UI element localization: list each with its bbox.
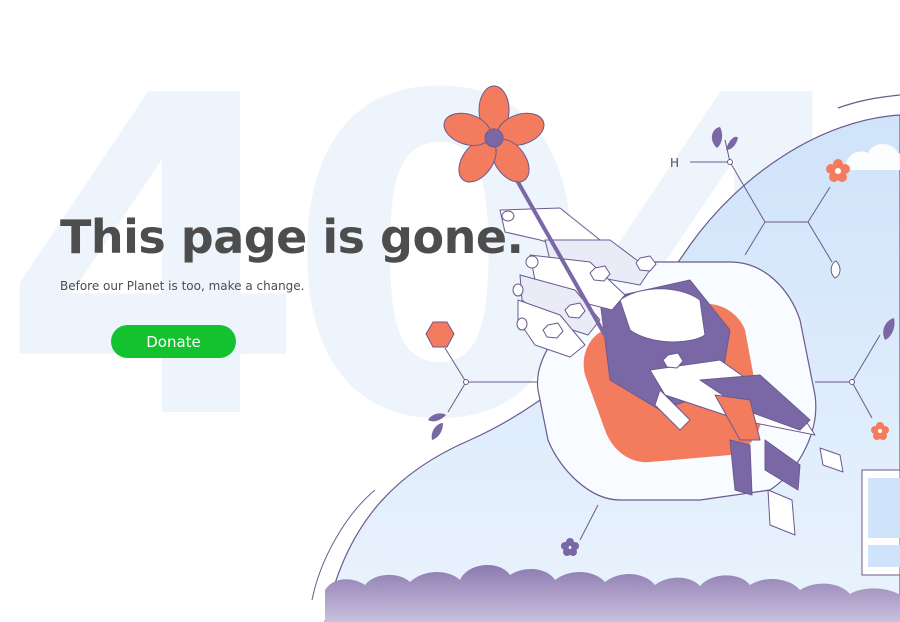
page-subtitle: Before our Planet is too, make a change. xyxy=(60,279,305,293)
page-title: This page is gone. xyxy=(60,210,524,264)
orbit-line xyxy=(837,94,900,109)
hexagon-icon xyxy=(425,321,455,348)
planet-illustration: H xyxy=(311,85,900,622)
error-404-page: 404 H This page is gone. Before our Plan… xyxy=(0,0,900,622)
molecule-label-h: H xyxy=(670,156,679,170)
flower-icon xyxy=(443,85,545,183)
building-icon xyxy=(861,469,900,576)
donate-button[interactable]: Donate xyxy=(111,325,236,358)
